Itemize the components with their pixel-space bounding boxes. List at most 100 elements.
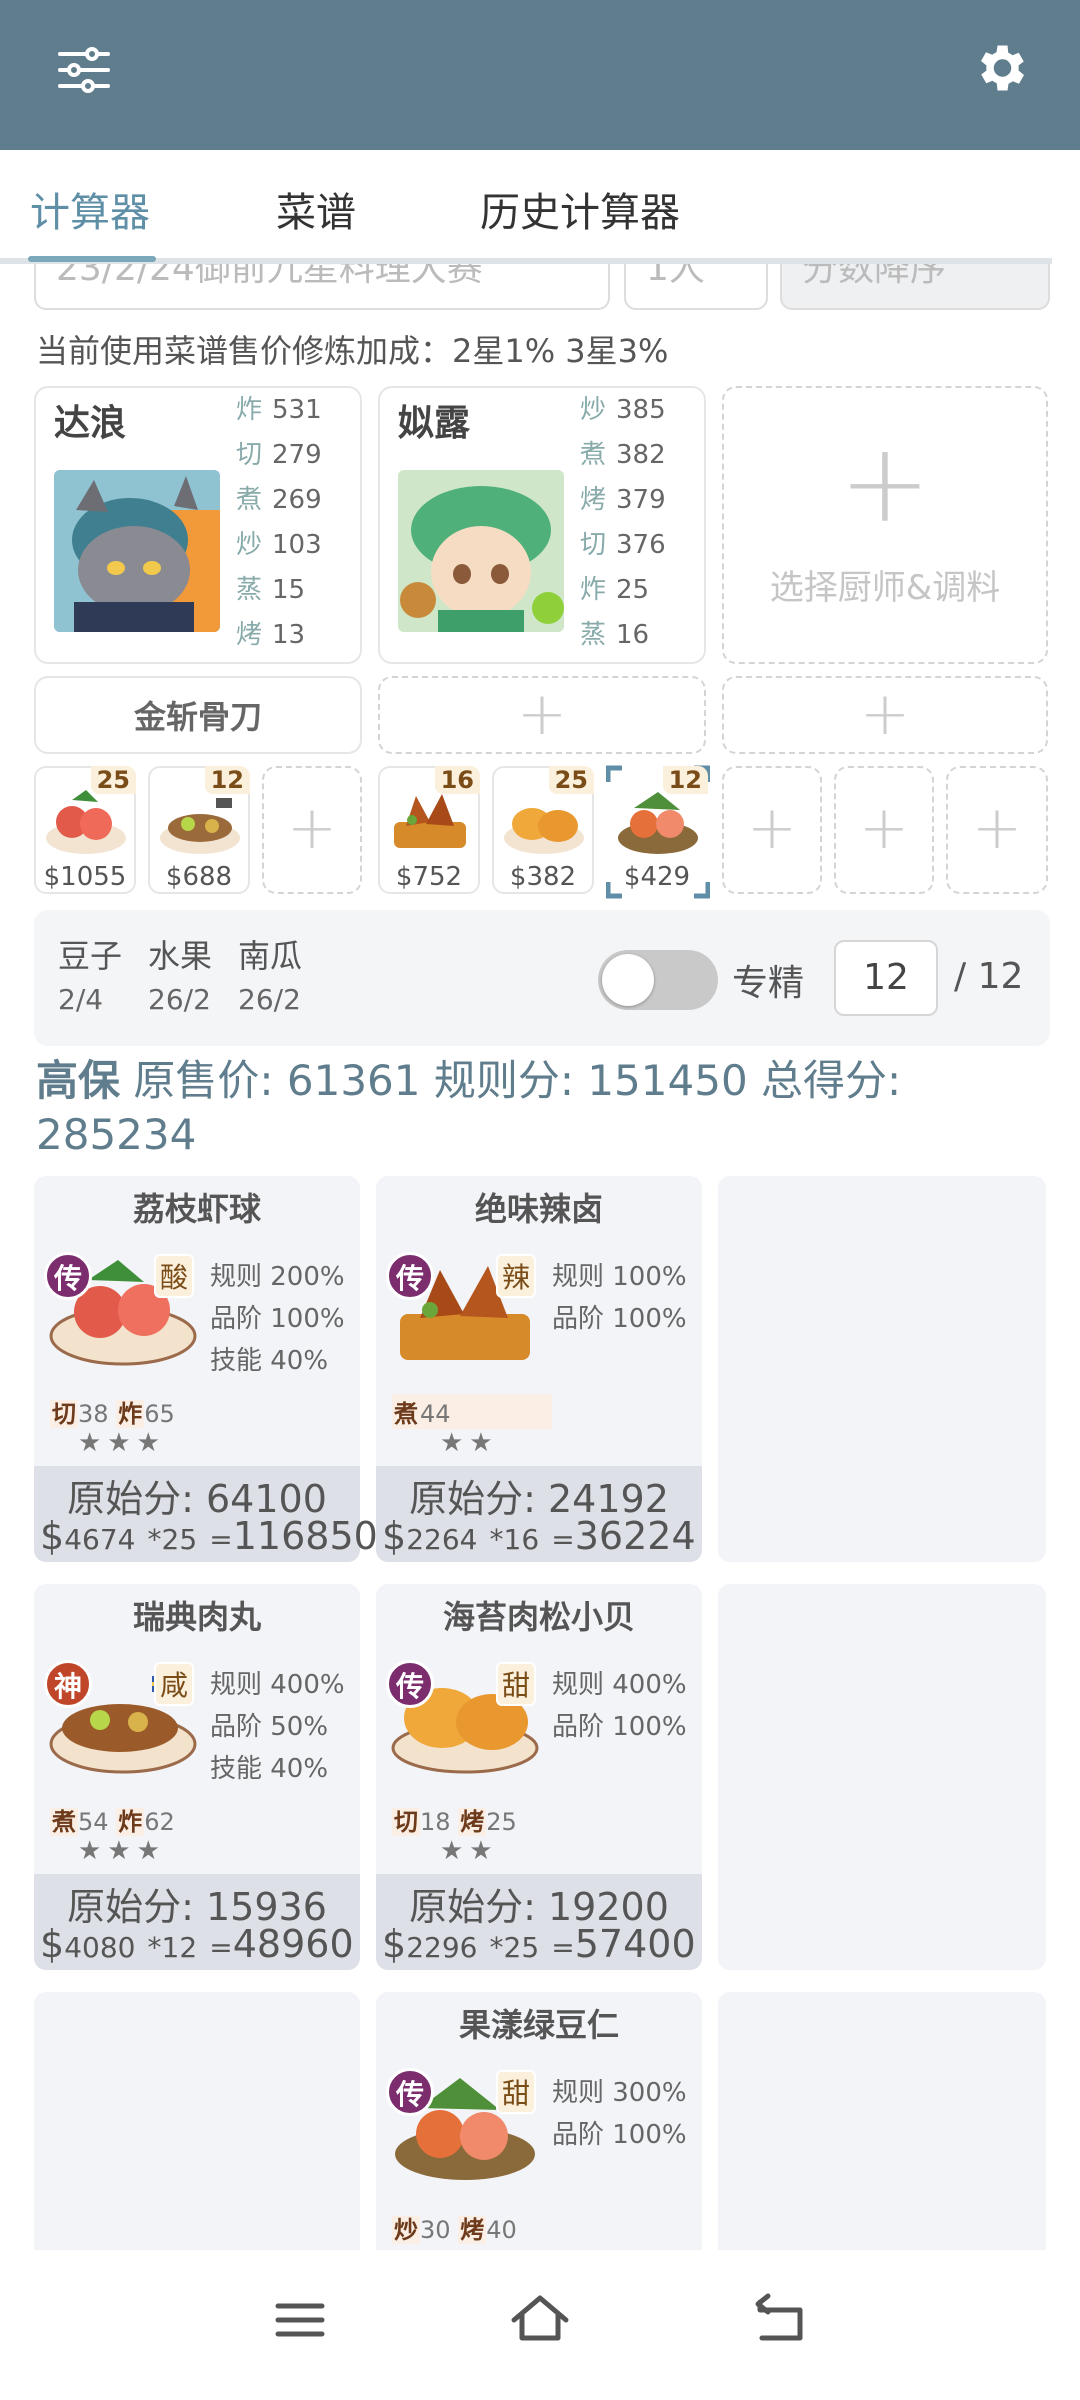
- equipment-name: 金斩骨刀: [133, 698, 262, 736]
- dish-quantity: 16: [434, 766, 480, 794]
- dish-slot[interactable]: 25 $382: [492, 766, 594, 894]
- summary-total: 285234: [36, 1110, 197, 1159]
- dish-title: 荔枝虾球: [132, 1190, 261, 1228]
- ingredient-panel: 豆子 2/4 水果 26/2 南瓜 26/2 专精 12 / 12: [34, 910, 1050, 1046]
- dish-slot[interactable]: 12 $688: [148, 766, 250, 894]
- rank-badge: 传: [386, 2068, 434, 2116]
- chef-portrait: [398, 470, 564, 632]
- plus-icon: +: [286, 793, 338, 863]
- empty-dish-card[interactable]: [718, 1584, 1046, 1970]
- flavor-tag: 辣: [496, 1254, 537, 1298]
- ingredient-item: 南瓜 26/2: [238, 937, 303, 1016]
- back-icon[interactable]: [750, 2288, 814, 2352]
- dish-price: $382: [509, 862, 577, 892]
- chef-card-1[interactable]: 达浪 炸 531 切 279 煮 269 炒 103 蒸 15 烤 13: [34, 386, 362, 664]
- tab-history-calculator[interactable]: 历史计算器: [480, 180, 680, 238]
- dish-quantity: 25: [90, 766, 136, 794]
- chef-count-select[interactable]: 1人: [624, 264, 768, 310]
- skill-requirements: 切18 烤25: [392, 1808, 517, 1836]
- filter-settings-icon[interactable]: [54, 40, 114, 100]
- price-formula: $2264 *16 =36224: [382, 1514, 696, 1558]
- dish-title: 海苔肉松小贝: [442, 1598, 635, 1636]
- ingredient-item: 豆子 2/4: [58, 937, 123, 1016]
- dish-card[interactable]: 绝味辣卤 传 辣 规则 100% 品阶 100% 煮44 ★★ 原始分: 2419…: [376, 1176, 702, 1562]
- flavor-tag: 酸: [154, 1254, 195, 1298]
- sort-select[interactable]: 分数降序: [780, 264, 1050, 310]
- flavor-tag: 甜: [496, 1662, 537, 1706]
- rule-list: 规则 400% 品阶 50% 技能 40%: [210, 1670, 345, 1784]
- star-rating: ★★★: [78, 1836, 166, 1866]
- rule-list: 规则 100% 品阶 100%: [552, 1262, 687, 1334]
- dish-title: 果漾绿豆仁: [458, 2006, 619, 2044]
- event-select[interactable]: 23/2/24御前九星料理大赛: [34, 264, 610, 310]
- empty-dish-card[interactable]: [718, 1176, 1046, 1562]
- dish-card[interactable]: 荔枝虾球 传 酸 规则 200% 品阶 100% 技能 40% 切38 炸65 ★★…: [34, 1176, 378, 1562]
- chef-name: 达浪: [54, 403, 127, 444]
- equipment-slot-1[interactable]: 金斩骨刀: [34, 676, 362, 754]
- ingredient-item: 水果 26/2: [148, 937, 213, 1016]
- add-dish-slot[interactable]: +: [946, 766, 1048, 894]
- specialize-label: 专精: [732, 963, 805, 1004]
- rank-badge: 传: [386, 1252, 434, 1300]
- bonus-note: 当前使用菜谱售价修炼加成：2星1% 3星3%: [36, 332, 669, 370]
- score-box: 原始分: 15936 $4080 *12 =48960: [34, 1874, 360, 1970]
- score-box: 原始分: 64100 $4674 *25 =116850: [34, 1466, 378, 1562]
- level-max: / 12: [954, 956, 1024, 997]
- plus-icon: +: [971, 793, 1023, 863]
- add-chef-label: 选择厨师&调料: [769, 568, 1001, 608]
- dish-price: $688: [165, 862, 233, 892]
- skill-requirements: 炒30 烤40: [392, 2216, 517, 2244]
- dish-slot[interactable]: 25 $1055: [34, 766, 136, 894]
- rule-list: 规则 400% 品阶 100%: [552, 1670, 687, 1742]
- rule-list: 规则 300% 品阶 100%: [552, 2078, 687, 2150]
- tab-recipes[interactable]: 菜谱: [276, 180, 356, 238]
- price-formula: $4674 *25 =116850: [40, 1514, 378, 1558]
- price-formula: $2296 *25 =57400: [382, 1922, 696, 1966]
- plus-icon: +: [858, 793, 910, 863]
- chef-name: 姒露: [398, 403, 471, 444]
- dish-price: $429: [623, 862, 691, 892]
- dish-title: 绝味辣卤: [474, 1190, 603, 1228]
- dish-slot[interactable]: 16 $752: [378, 766, 480, 894]
- summary-highlight: 高保: [36, 1056, 121, 1105]
- equipment-slot-2[interactable]: +: [378, 676, 706, 754]
- rank-badge: 传: [44, 1252, 92, 1300]
- tab-active-indicator: [28, 256, 156, 262]
- add-dish-slot[interactable]: +: [262, 766, 362, 894]
- top-app-bar: [0, 0, 1080, 150]
- empty-dish-card[interactable]: [34, 1992, 360, 2250]
- add-chef-slot[interactable]: + 选择厨师&调料: [722, 386, 1048, 664]
- gear-icon[interactable]: [970, 38, 1030, 98]
- specialize-toggle[interactable]: [598, 950, 718, 1010]
- chef-attributes: 炸 531 切 279 煮 269 炒 103 蒸 15 烤 13: [236, 395, 322, 650]
- flavor-tag: 咸: [154, 1662, 195, 1706]
- dish-card[interactable]: 果漾绿豆仁 传 甜 规则 300% 品阶 100% 炒30 烤40: [376, 1992, 702, 2250]
- dish-quantity: 25: [548, 766, 594, 794]
- star-rating: ★★: [440, 1428, 499, 1458]
- sort-select-value: 分数降序: [802, 264, 947, 289]
- menu-icon[interactable]: [270, 2290, 330, 2350]
- price-formula: $4080 *12 =48960: [40, 1922, 354, 1966]
- add-dish-slot[interactable]: +: [834, 766, 934, 894]
- chef-attributes: 炒 385 煮 382 烤 379 切 376 炸 25 蒸 16: [580, 395, 666, 650]
- skill-requirements: 煮44: [392, 1394, 552, 1429]
- skill-requirements: 煮54 炸62: [50, 1808, 175, 1836]
- add-dish-slot[interactable]: +: [722, 766, 822, 894]
- plus-icon: +: [516, 679, 568, 749]
- empty-dish-card[interactable]: [718, 1992, 1046, 2250]
- chef-portrait: [54, 470, 220, 632]
- level-input[interactable]: 12: [834, 940, 938, 1016]
- dish-quantity: 12: [662, 766, 708, 794]
- score-summary: 高保 原售价: 61361 规则分: 151450 总得分: 285234: [36, 1054, 1046, 1162]
- equipment-slot-3[interactable]: +: [722, 676, 1048, 754]
- dish-title: 瑞典肉丸: [132, 1598, 261, 1636]
- tab-calculator[interactable]: 计算器: [30, 180, 150, 238]
- dish-slot-selected[interactable]: 12 $429: [606, 765, 710, 899]
- chef-card-2[interactable]: 姒露 炒 385 煮 382 烤 379 切 376 炸 25 蒸 16: [378, 386, 706, 664]
- chef-count-value: 1人: [646, 264, 705, 289]
- home-icon[interactable]: [508, 2286, 572, 2350]
- rank-badge: 神: [44, 1660, 92, 1708]
- dish-card[interactable]: 瑞典肉丸 神 咸 规则 400% 品阶 50% 技能 40% 煮54 炸62 ★★★…: [34, 1584, 360, 1970]
- plus-icon: +: [859, 679, 911, 749]
- dish-card[interactable]: 海苔肉松小贝 传 甜 规则 400% 品阶 100% 切18 烤25 ★★ 原始分…: [376, 1584, 702, 1970]
